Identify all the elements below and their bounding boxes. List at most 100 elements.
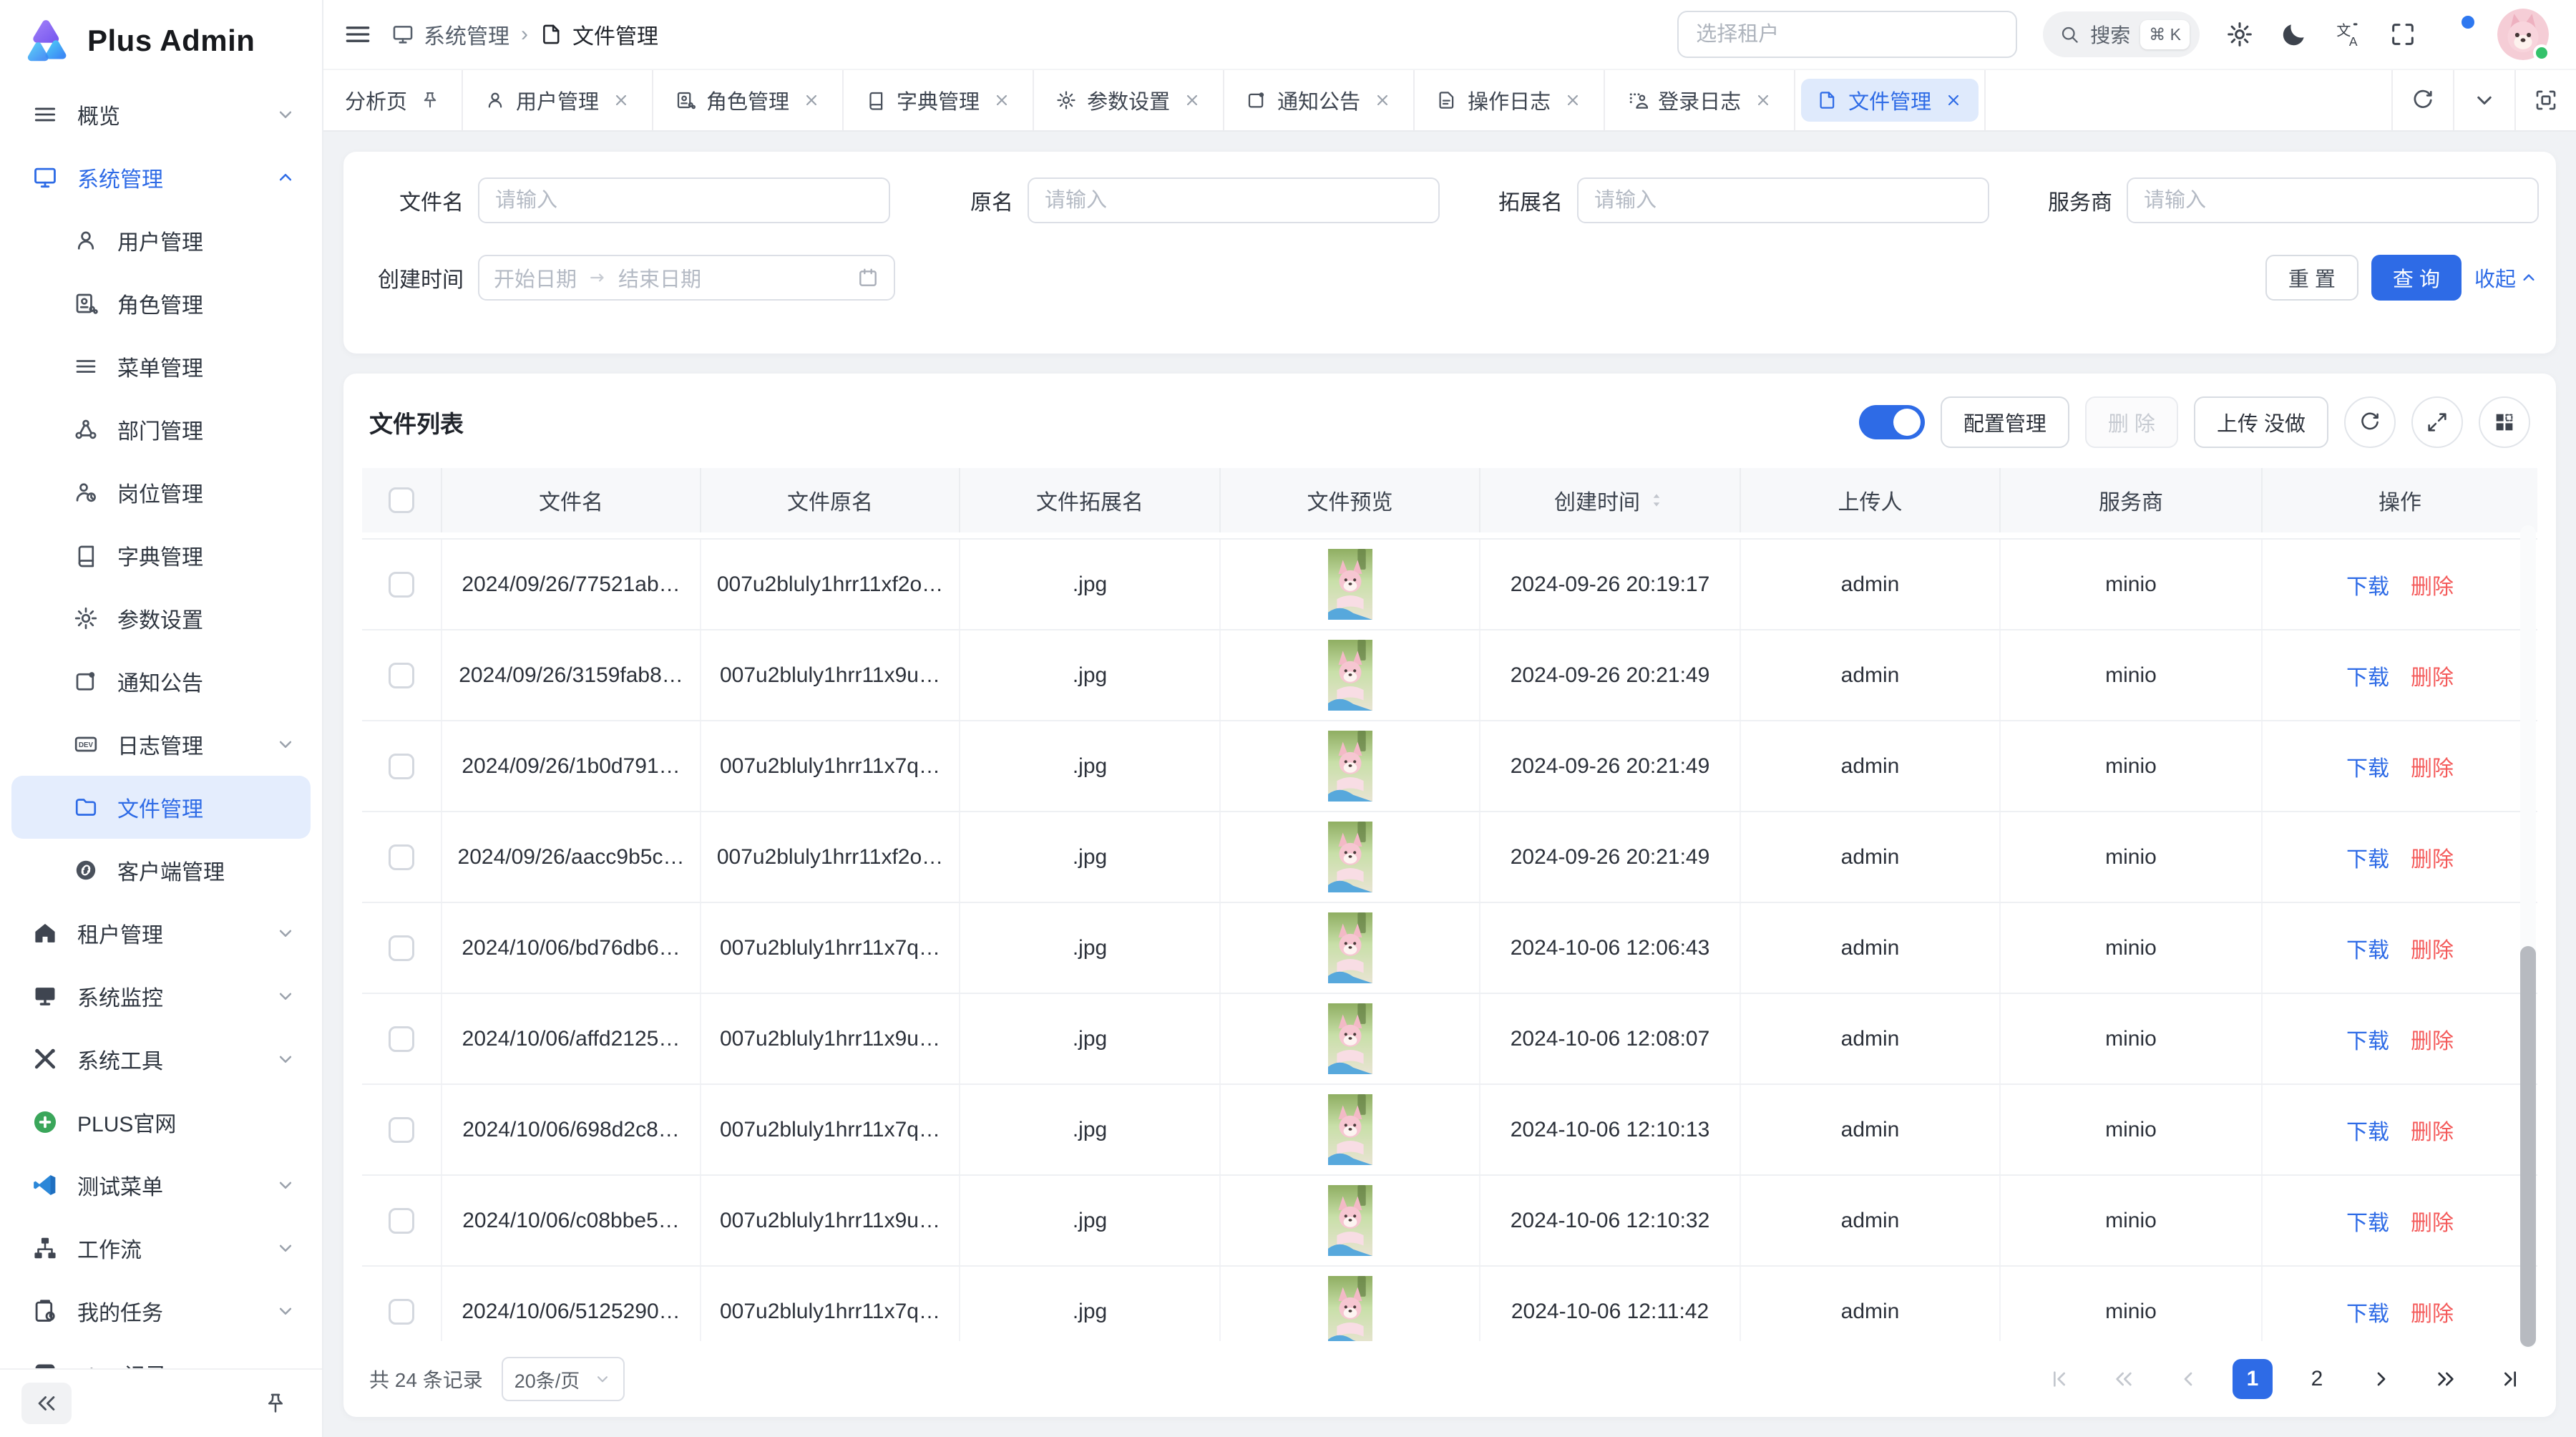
page-tab[interactable]: 分析页 [323,70,463,130]
row-checkbox[interactable] [389,844,414,870]
row-checkbox[interactable] [389,1208,414,1234]
sidebar-item[interactable]: 角色管理 [0,272,322,335]
pin-sidebar-button[interactable] [250,1383,301,1424]
column-settings-button[interactable] [2479,396,2530,448]
sidebar-item[interactable]: PLUS官网 [0,1091,322,1154]
app-logo[interactable]: Plus Admin [0,0,322,77]
pager-button[interactable] [2168,1359,2208,1399]
file-preview-thumbnail[interactable] [1328,822,1372,892]
close-icon[interactable] [1563,91,1582,109]
settings-gear-icon[interactable] [2225,20,2254,49]
close-icon[interactable] [992,91,1011,109]
date-range-picker[interactable]: 开始日期 结束日期 [478,255,895,301]
pager-button[interactable] [2104,1359,2144,1399]
download-link[interactable]: 下载 [2346,1296,2389,1328]
sort-icon[interactable] [1647,491,1666,510]
download-link[interactable]: 下载 [2346,1114,2389,1146]
download-link[interactable]: 下载 [2346,1023,2389,1055]
filter-field-input[interactable] [2127,177,2539,223]
column-header[interactable]: 创建时间 [1480,468,1741,532]
sidebar-item[interactable]: 通知公告 [0,650,322,713]
file-preview-thumbnail[interactable] [1328,1003,1372,1074]
sidebar-item[interactable]: 参数设置 [0,587,322,650]
select-all-checkbox[interactable] [389,487,414,513]
page-tab[interactable]: 文件管理 [1795,70,1986,130]
delete-link[interactable]: 删除 [2411,1023,2454,1055]
sidebar-item[interactable]: 客户端管理 [0,839,322,902]
page-tab[interactable]: 字典管理 [844,70,1034,130]
expand-table-button[interactable] [2411,396,2463,448]
page-tab[interactable]: 操作日志 [1415,70,1605,130]
pager-button[interactable] [2426,1359,2466,1399]
page-tab[interactable]: 用户管理 [463,70,653,130]
close-icon[interactable] [1183,91,1201,109]
file-preview-thumbnail[interactable] [1328,1276,1372,1341]
sidebar-item[interactable]: 概览 [0,83,322,146]
tab-options-button[interactable] [2453,70,2514,130]
column-header[interactable]: 文件预览 [1221,468,1480,532]
row-checkbox[interactable] [389,935,414,961]
download-link[interactable]: 下载 [2346,1205,2389,1237]
hamburger-menu-icon[interactable] [342,19,374,50]
column-header[interactable]: 文件原名 [701,468,960,532]
row-checkbox[interactable] [389,1026,414,1052]
sidebar-item[interactable]: 系统管理 [0,146,322,209]
tenant-select-input[interactable] [1677,11,2017,58]
column-header[interactable]: 操作 [2263,468,2537,532]
pager-button[interactable] [2361,1359,2401,1399]
global-search-button[interactable]: 搜索 ⌘ K [2043,11,2200,57]
filter-field-input[interactable] [1577,177,1989,223]
refresh-table-button[interactable] [2344,396,2396,448]
download-link[interactable]: 下载 [2346,569,2389,600]
sidebar-item[interactable]: 测试菜单 [0,1154,322,1217]
column-header[interactable]: 服务商 [2001,468,2263,532]
collapse-filter-link[interactable]: 收起 [2474,263,2539,293]
sidebar-item[interactable]: 部门管理 [0,398,322,461]
close-icon[interactable] [1944,91,1963,109]
close-icon[interactable] [1754,91,1772,109]
file-preview-thumbnail[interactable] [1328,731,1372,802]
delete-link[interactable]: 删除 [2411,1114,2454,1146]
download-link[interactable]: 下载 [2346,751,2389,782]
language-translate-icon[interactable]: 文A [2334,20,2363,49]
file-preview-thumbnail[interactable] [1328,1185,1372,1256]
dark-mode-moon-icon[interactable] [2280,20,2308,49]
page-tab[interactable]: 通知公告 [1224,70,1415,130]
config-toggle[interactable] [1859,405,1925,439]
download-link[interactable]: 下载 [2346,932,2389,964]
page-tab[interactable]: 登录日志 [1605,70,1795,130]
delete-link[interactable]: 删除 [2411,660,2454,691]
reset-button[interactable]: 重 置 [2265,255,2358,301]
column-header[interactable]: 上传人 [1741,468,2001,532]
close-icon[interactable] [1373,91,1392,109]
delete-link[interactable]: 删除 [2411,932,2454,964]
pager-button[interactable] [2490,1359,2530,1399]
filter-field-input[interactable] [478,177,890,223]
row-checkbox[interactable] [389,663,414,688]
delete-link[interactable]: 删除 [2411,569,2454,600]
sidebar-item[interactable]: 系统监控 [0,965,322,1028]
sidebar-item[interactable]: 工作流 [0,1217,322,1280]
refresh-tab-button[interactable] [2391,70,2453,130]
delete-link[interactable]: 删除 [2411,1296,2454,1328]
search-button[interactable]: 查 询 [2371,255,2462,301]
page-size-select[interactable]: 20条/页 [502,1357,625,1401]
config-manage-button[interactable]: 配置管理 [1941,396,2069,448]
sidebar-item[interactable]: 文件管理 [11,776,311,839]
pager-button[interactable]: 1 [2233,1359,2273,1399]
pager-button[interactable] [2039,1359,2079,1399]
user-avatar[interactable] [2497,9,2549,60]
row-checkbox[interactable] [389,572,414,598]
close-icon[interactable] [802,91,821,109]
column-header[interactable]: 文件名 [442,468,701,532]
row-checkbox[interactable] [389,754,414,779]
file-preview-thumbnail[interactable] [1328,912,1372,983]
file-preview-thumbnail[interactable] [1328,549,1372,620]
pin-icon[interactable] [420,90,440,110]
pager-button[interactable]: 2 [2297,1359,2337,1399]
upload-button[interactable]: 上传 没做 [2194,396,2328,448]
notifications-bell-icon[interactable] [2443,20,2472,49]
delete-link[interactable]: 删除 [2411,1205,2454,1237]
download-link[interactable]: 下载 [2346,842,2389,873]
row-checkbox[interactable] [389,1299,414,1325]
